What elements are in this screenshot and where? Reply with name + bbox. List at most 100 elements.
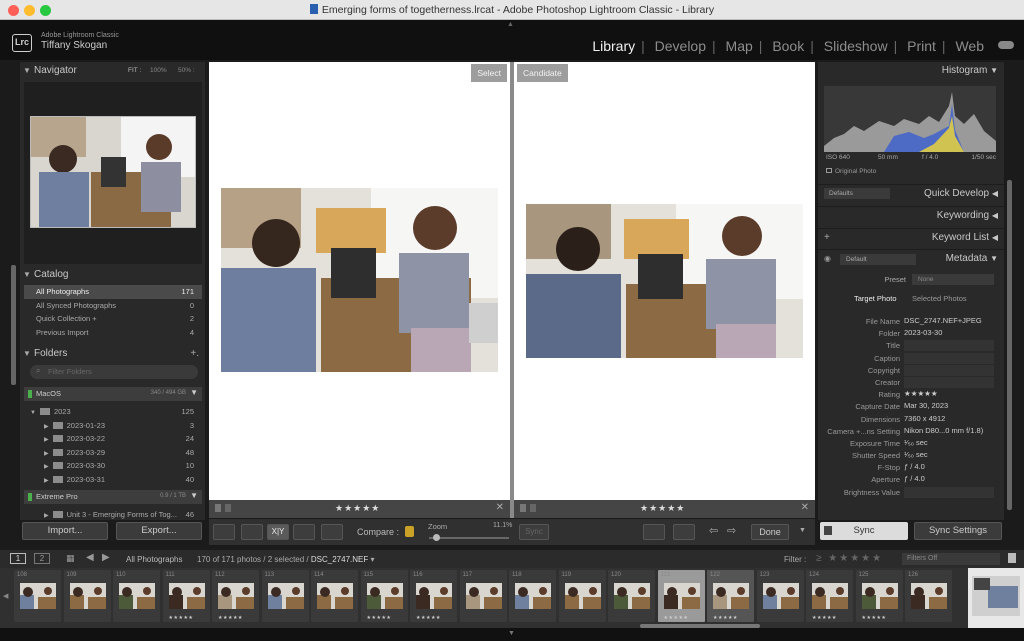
zoom-50[interactable]: 50% : <box>178 62 195 80</box>
metadata-header[interactable]: ◉ Default Metadata ▼ <box>818 249 1004 267</box>
metadata-field-value[interactable]: DSC_2747.NEF+JPEG <box>904 316 994 327</box>
catalog-item-all-synced[interactable]: All Synced Photographs 0 <box>24 299 202 313</box>
add-keyword-icon[interactable]: + <box>824 229 830 247</box>
filmstrip-thumbnail[interactable] <box>416 583 452 609</box>
filmstrip-cell[interactable]: 109 <box>63 570 111 622</box>
volume-menu-icon[interactable]: ▼ <box>190 388 198 397</box>
survey-view-icon[interactable] <box>293 524 315 540</box>
module-develop[interactable]: Develop <box>655 38 706 54</box>
grid-view-icon[interactable] <box>213 524 235 540</box>
metadata-field-value[interactable]: Nikon D80...0 mm f/1.8) <box>904 426 994 437</box>
tab-selected-photos[interactable]: Selected Photos <box>912 294 967 303</box>
people-view-icon[interactable] <box>321 524 343 540</box>
filmstrip-cell[interactable]: 121 ★★★★★ <box>657 570 705 622</box>
folder-2023-01-23[interactable]: ▶ 2023-01-23 3 <box>24 419 202 433</box>
metadata-field-value[interactable]: 7360 x 4912 <box>904 414 994 425</box>
tab-target-photo[interactable]: Target Photo <box>854 294 897 303</box>
volume-menu-icon[interactable]: ▼ <box>190 491 198 500</box>
filmstrip-cell-rating[interactable]: ★★★★★ <box>664 615 689 621</box>
lock-icon[interactable] <box>405 526 414 537</box>
folder-2023-03-29[interactable]: ▶ 2023-03-29 48 <box>24 446 202 460</box>
histogram-graph[interactable] <box>824 86 996 152</box>
metadata-field-value[interactable] <box>904 364 994 376</box>
folder-2023-03-22[interactable]: ▶ 2023-03-22 24 <box>24 432 202 446</box>
filmstrip-thumbnail[interactable] <box>267 583 304 609</box>
secondary-display-button[interactable]: 2 <box>34 553 50 564</box>
filmstrip-thumbnail[interactable] <box>69 583 106 609</box>
filmstrip-thumbnail[interactable] <box>168 583 205 609</box>
filmstrip-thumbnail[interactable] <box>218 583 254 609</box>
metadata-field-value[interactable]: Mar 30, 2023 <box>904 401 994 412</box>
toolbar-menu-icon[interactable]: ▼ <box>799 527 806 534</box>
grid-icon[interactable]: ▦ <box>66 553 75 564</box>
folder-2023-03-31[interactable]: ▶ 2023-03-31 40 <box>24 473 202 487</box>
filmstrip-thumbnail[interactable] <box>515 583 551 609</box>
rating-filter[interactable]: ≥ ★★★★★ <box>816 553 883 564</box>
module-library[interactable]: Library <box>592 38 635 54</box>
navigator-header[interactable]: ▼ Navigator FIT : 100% 50% : <box>20 62 205 80</box>
filmstrip-cell[interactable]: 115 ★★★★★ <box>360 570 408 622</box>
select-pane[interactable]: Select ★★★★★ ✕ <box>209 62 510 518</box>
quick-develop-preset[interactable]: Defaults <box>824 188 890 199</box>
folder-2023-03-30[interactable]: ▶ 2023-03-30 10 <box>24 459 202 473</box>
metadata-field-value[interactable]: ★★★★★ <box>904 389 994 400</box>
filmstrip-thumbnail[interactable] <box>564 583 601 609</box>
module-map[interactable]: Map <box>726 38 753 54</box>
metadata-field-value[interactable]: ƒ / 4.0 <box>904 474 994 485</box>
metadata-field-value[interactable] <box>904 486 994 498</box>
sync-button[interactable]: Sync <box>820 522 908 540</box>
filmstrip-cell[interactable]: 124 ★★★★★ <box>806 570 853 622</box>
candidate-photo[interactable] <box>526 204 803 358</box>
filmstrip-cell[interactable]: 119 <box>558 570 606 622</box>
close-select-icon[interactable]: ✕ <box>496 502 504 513</box>
filters-dropdown[interactable]: Filters Off <box>902 553 1000 565</box>
module-web[interactable]: Web <box>955 38 984 54</box>
filmstrip-thumbnail[interactable] <box>317 583 353 609</box>
filmstrip-cell-rating[interactable]: ★★★★★ <box>218 615 243 621</box>
metadata-field-value[interactable] <box>904 340 994 352</box>
sync-toggle-icon[interactable] <box>824 526 832 535</box>
loupe-view-icon[interactable] <box>241 524 263 540</box>
collapse-bottom-icon[interactable]: ▼ <box>508 630 515 637</box>
metadata-preset-select[interactable]: None <box>912 274 994 285</box>
folders-header[interactable]: ▼ Folders +. <box>20 345 205 363</box>
filmstrip-cell[interactable]: 117 <box>459 570 507 622</box>
flag-icon[interactable] <box>520 504 526 512</box>
candidate-pane[interactable]: Candidate ★★★★★ ✕ <box>514 62 815 518</box>
filmstrip-thumbnail[interactable] <box>366 583 403 609</box>
filmstrip-cell-rating[interactable]: ★★★★★ <box>169 615 194 621</box>
filmstrip-cell[interactable]: 108 <box>14 570 61 622</box>
filmstrip-thumbnail[interactable] <box>663 583 700 609</box>
sync-compare-button[interactable]: Sync <box>519 524 549 540</box>
module-book[interactable]: Book <box>772 38 804 54</box>
sync-settings-button[interactable]: Sync Settings <box>914 522 1002 540</box>
reject-flag-icon[interactable] <box>225 504 231 512</box>
primary-display-button[interactable]: 1 <box>10 553 26 564</box>
filmstrip-thumbnail[interactable] <box>119 583 155 609</box>
filmstrip-cell[interactable]: 120 <box>608 570 655 622</box>
keyword-list-header[interactable]: + Keyword List ◀ <box>818 228 1004 246</box>
export-button[interactable]: Export... <box>116 522 202 540</box>
candidate-rating[interactable]: ★★★★★ <box>640 503 685 514</box>
volume-macos[interactable]: MacOS 340 / 494 GB ▼ <box>24 387 202 401</box>
make-select-icon[interactable] <box>673 524 695 540</box>
right-panel-scrollbar[interactable] <box>1007 180 1012 510</box>
keywording-header[interactable]: Keywording ◀ <box>818 206 1004 224</box>
metadata-field-value[interactable] <box>904 352 994 364</box>
import-button[interactable]: Import... <box>22 522 108 540</box>
filmstrip-source[interactable]: All Photographs <box>126 555 182 564</box>
zoom-slider-handle[interactable] <box>433 534 440 541</box>
metadata-preset-dropdown[interactable]: Default <box>840 254 916 265</box>
filmstrip-thumbnail[interactable] <box>812 583 848 609</box>
histogram-header[interactable]: Histogram ▼ <box>818 62 1004 80</box>
reject-flag-icon[interactable] <box>530 504 536 512</box>
compare-view-icon[interactable]: X|Y <box>267 524 289 540</box>
folder-filter-input[interactable]: ⌕ Filter Folders <box>30 365 198 379</box>
module-slideshow[interactable]: Slideshow <box>824 38 888 54</box>
filmstrip-thumbnail[interactable] <box>911 583 947 609</box>
catalog-header[interactable]: ▼ Catalog <box>20 266 205 284</box>
select-rating[interactable]: ★★★★★ <box>335 503 380 514</box>
catalog-item-quick-collection[interactable]: Quick Collection +2 <box>24 312 202 326</box>
filmstrip-left-icon[interactable]: ◀ <box>3 592 8 600</box>
filmstrip-cell[interactable]: 118 <box>509 570 556 622</box>
